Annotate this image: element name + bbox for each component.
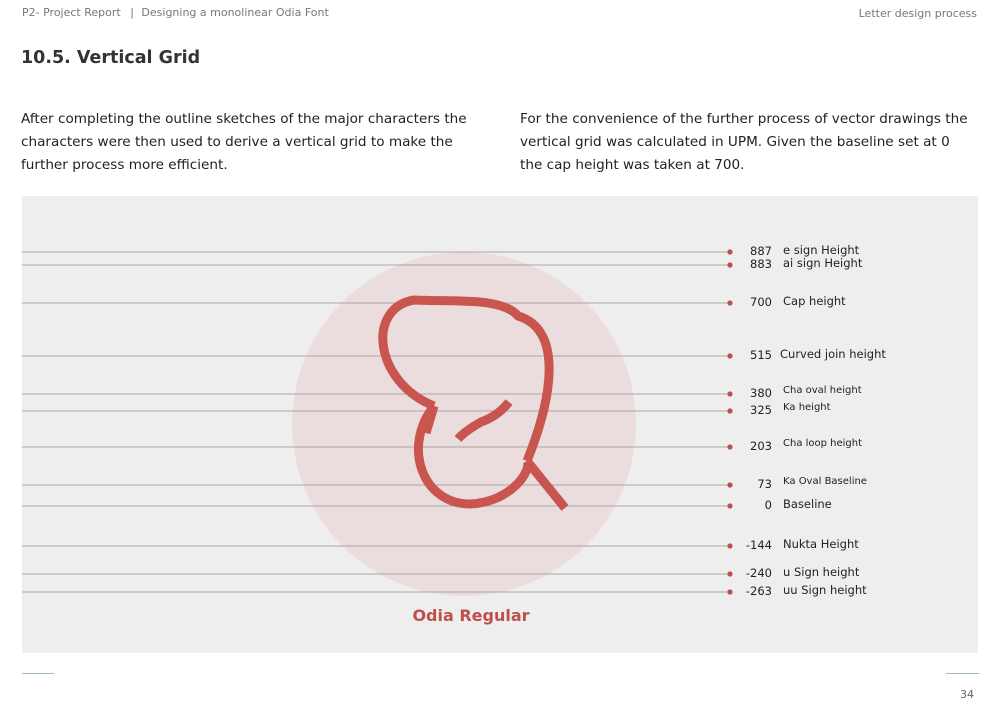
page-number: 34 xyxy=(960,688,974,701)
grid-value: -263 xyxy=(745,584,772,598)
grid-label: Cap height xyxy=(783,294,846,308)
grid-label: Cha oval height xyxy=(783,385,862,396)
report-label: P2- Project Report xyxy=(22,6,121,19)
grid-label: Nukta Height xyxy=(783,537,859,551)
report-topic: Designing a monolinear Odia Font xyxy=(141,6,329,19)
grid-label: uu Sign height xyxy=(783,583,867,597)
page-header-left: P2- Project Report | Designing a monolin… xyxy=(22,6,329,19)
page-title: 10.5. Vertical Grid xyxy=(21,48,201,68)
footer-rule-right xyxy=(946,673,979,674)
paragraph-left: After completing the outline sketches of… xyxy=(21,111,467,173)
paragraph-right: For the convenience of the further proce… xyxy=(520,111,968,173)
grid-value: 515 xyxy=(750,348,772,362)
grid-label: u Sign height xyxy=(783,565,860,579)
grid-label: Ka Oval Baseline xyxy=(783,476,867,487)
grid-label: ai sign Height xyxy=(783,256,863,270)
footer-rule-left xyxy=(22,673,54,674)
grid-value: 700 xyxy=(750,295,772,309)
grid-value: -144 xyxy=(745,538,772,552)
grid-label: Ka height xyxy=(783,402,831,413)
grid-label: Baseline xyxy=(783,497,832,511)
grid-value: 203 xyxy=(750,439,772,453)
grid-value: -240 xyxy=(745,566,772,580)
grid-value: 325 xyxy=(750,403,772,417)
grid-label: Cha loop height xyxy=(783,438,863,449)
section-label: Letter design process xyxy=(858,7,977,20)
grid-value: 0 xyxy=(764,498,772,512)
header-separator: | xyxy=(130,6,134,19)
vertical-grid-figure: 887 e sign Height 883 ai sign Height 700 Cap … xyxy=(22,196,978,653)
grid-value: 887 xyxy=(750,244,772,258)
grid-value: 380 xyxy=(750,386,772,400)
grid-label: Curved join height xyxy=(780,347,886,361)
font-caption: Odia Regular xyxy=(412,606,530,625)
grid-value: 73 xyxy=(757,477,772,491)
grid-value: 883 xyxy=(750,257,772,271)
grid-label: e sign Height xyxy=(783,243,860,257)
